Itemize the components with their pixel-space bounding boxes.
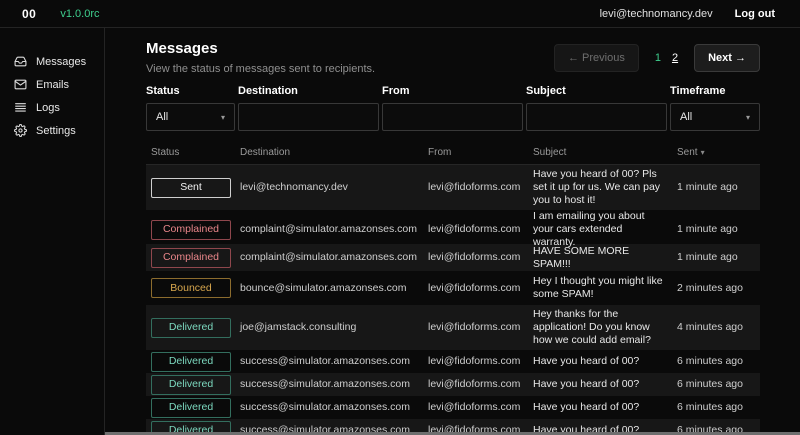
sidebar: Messages Emails Logs Settings bbox=[0, 28, 105, 435]
sent-cell: 1 minute ago bbox=[677, 181, 759, 194]
sort-caret-icon: ▾ bbox=[701, 148, 705, 157]
table-row[interactable]: Delivered joe@jamstack.consulting levi@f… bbox=[146, 305, 760, 350]
table-row[interactable]: Delivered success@simulator.amazonses.co… bbox=[146, 350, 760, 373]
from-cell: levi@fidoforms.com bbox=[428, 401, 533, 414]
subject-filter-label: Subject bbox=[526, 85, 667, 97]
table-row[interactable]: Delivered success@simulator.amazonses.co… bbox=[146, 396, 760, 419]
previous-page-button[interactable]: ← Previous bbox=[554, 44, 639, 72]
destination-cell: complaint@simulator.amazonses.com bbox=[240, 223, 428, 236]
status-badge: Complained bbox=[151, 220, 231, 240]
sidebar-item-label: Settings bbox=[36, 125, 76, 137]
status-badge: Delivered bbox=[151, 398, 231, 418]
status-badge: Bounced bbox=[151, 278, 231, 298]
subject-cell: Hey I thought you might like some SPAM! bbox=[533, 275, 677, 301]
topbar: 00 v1.0.0rc levi@technomancy.dev Log out bbox=[0, 0, 800, 28]
from-cell: levi@fidoforms.com bbox=[428, 378, 533, 391]
destination-cell: success@simulator.amazonses.com bbox=[240, 378, 428, 391]
topbar-account-area: levi@technomancy.dev Log out bbox=[600, 8, 775, 20]
table-row[interactable]: Complained complaint@simulator.amazonses… bbox=[146, 210, 760, 244]
column-header-sent[interactable]: Sent▾ bbox=[677, 147, 759, 158]
destination-cell: bounce@simulator.amazonses.com bbox=[240, 282, 428, 295]
main-content: Messages View the status of messages sen… bbox=[105, 28, 800, 435]
table-row[interactable]: Complained complaint@simulator.amazonses… bbox=[146, 244, 760, 271]
chevron-down-icon: ▾ bbox=[746, 113, 750, 122]
status-filter-value: All bbox=[156, 111, 168, 123]
page-title: Messages bbox=[146, 40, 375, 57]
from-cell: levi@fidoforms.com bbox=[428, 355, 533, 368]
envelope-icon bbox=[14, 78, 27, 91]
subject-cell: Have you heard of 00? bbox=[533, 355, 677, 368]
column-header-status[interactable]: Status bbox=[146, 147, 240, 158]
from-cell: levi@fidoforms.com bbox=[428, 282, 533, 295]
sidebar-item-emails[interactable]: Emails bbox=[0, 73, 104, 96]
sent-cell: 2 minutes ago bbox=[677, 282, 759, 295]
sent-cell: 1 minute ago bbox=[677, 223, 759, 236]
pagination: ← Previous 1 2 Next → bbox=[554, 44, 760, 72]
status-badge: Complained bbox=[151, 248, 231, 268]
next-page-button[interactable]: Next → bbox=[694, 44, 760, 72]
column-header-destination[interactable]: Destination bbox=[240, 147, 428, 158]
status-badge: Delivered bbox=[151, 375, 231, 395]
sidebar-item-logs[interactable]: Logs bbox=[0, 96, 104, 119]
from-filter-input[interactable] bbox=[382, 103, 523, 131]
account-email: levi@technomancy.dev bbox=[600, 8, 713, 20]
subject-cell: Have you heard of 00? bbox=[533, 401, 677, 414]
timeframe-filter-select[interactable]: All ▾ bbox=[670, 103, 760, 131]
from-cell: levi@fidoforms.com bbox=[428, 321, 533, 334]
destination-cell: levi@technomancy.dev bbox=[240, 181, 428, 194]
column-header-from[interactable]: From bbox=[428, 147, 533, 158]
destination-cell: complaint@simulator.amazonses.com bbox=[240, 251, 428, 264]
from-cell: levi@fidoforms.com bbox=[428, 223, 533, 236]
version-label: v1.0.0rc bbox=[60, 8, 99, 20]
destination-cell: joe@jamstack.consulting bbox=[240, 321, 428, 334]
destination-filter-label: Destination bbox=[238, 85, 379, 97]
gear-icon bbox=[14, 124, 27, 137]
status-badge: Sent bbox=[151, 178, 231, 198]
from-filter-label: From bbox=[382, 85, 523, 97]
from-cell: levi@fidoforms.com bbox=[428, 251, 533, 264]
table-row[interactable]: Bounced bounce@simulator.amazonses.com l… bbox=[146, 271, 760, 305]
subject-cell: Hey thanks for the application! Do you k… bbox=[533, 308, 677, 347]
status-badge: Delivered bbox=[151, 318, 231, 338]
subject-filter-input[interactable] bbox=[526, 103, 667, 131]
page-subtitle: View the status of messages sent to reci… bbox=[146, 63, 375, 75]
sent-cell: 4 minutes ago bbox=[677, 321, 759, 334]
subject-cell: HAVE SOME MORE SPAM!!! bbox=[533, 245, 677, 271]
subject-cell: Have you heard of 00? Pls set it up for … bbox=[533, 168, 677, 207]
destination-cell: success@simulator.amazonses.com bbox=[240, 401, 428, 414]
subject-cell: Have you heard of 00? bbox=[533, 378, 677, 391]
destination-filter-input[interactable] bbox=[238, 103, 379, 131]
app-logo: 00 bbox=[22, 7, 36, 21]
sidebar-item-messages[interactable]: Messages bbox=[0, 50, 104, 73]
page-number-2[interactable]: 2 bbox=[672, 52, 678, 64]
status-filter-label: Status bbox=[146, 85, 235, 97]
from-cell: levi@fidoforms.com bbox=[428, 181, 533, 194]
table-row[interactable]: Sent levi@technomancy.dev levi@fidoforms… bbox=[146, 165, 760, 210]
sent-cell: 1 minute ago bbox=[677, 251, 759, 264]
page-number-1[interactable]: 1 bbox=[655, 52, 661, 64]
sidebar-item-label: Messages bbox=[36, 56, 86, 68]
destination-cell: success@simulator.amazonses.com bbox=[240, 355, 428, 368]
table-header: Status Destination From Subject Sent▾ bbox=[146, 143, 760, 165]
column-header-subject[interactable]: Subject bbox=[533, 147, 677, 158]
inbox-icon bbox=[14, 55, 27, 68]
timeframe-filter-label: Timeframe bbox=[670, 85, 760, 97]
sent-cell: 6 minutes ago bbox=[677, 355, 759, 368]
status-badge: Delivered bbox=[151, 352, 231, 372]
chevron-down-icon: ▾ bbox=[221, 113, 225, 122]
sidebar-item-settings[interactable]: Settings bbox=[0, 119, 104, 142]
messages-table: Status Destination From Subject Sent▾ Se… bbox=[146, 143, 760, 435]
logs-icon bbox=[14, 101, 27, 114]
subject-cell: I am emailing you about your cars extend… bbox=[533, 210, 677, 249]
filter-bar: Status All ▾ Destination From Subject Ti… bbox=[146, 85, 760, 131]
logout-button[interactable]: Log out bbox=[735, 8, 775, 20]
sent-cell: 6 minutes ago bbox=[677, 378, 759, 391]
sidebar-item-label: Emails bbox=[36, 79, 69, 91]
table-row[interactable]: Delivered success@simulator.amazonses.co… bbox=[146, 373, 760, 396]
timeframe-filter-value: All bbox=[680, 111, 692, 123]
sent-cell: 6 minutes ago bbox=[677, 401, 759, 414]
status-filter-select[interactable]: All ▾ bbox=[146, 103, 235, 131]
sidebar-item-label: Logs bbox=[36, 102, 60, 114]
